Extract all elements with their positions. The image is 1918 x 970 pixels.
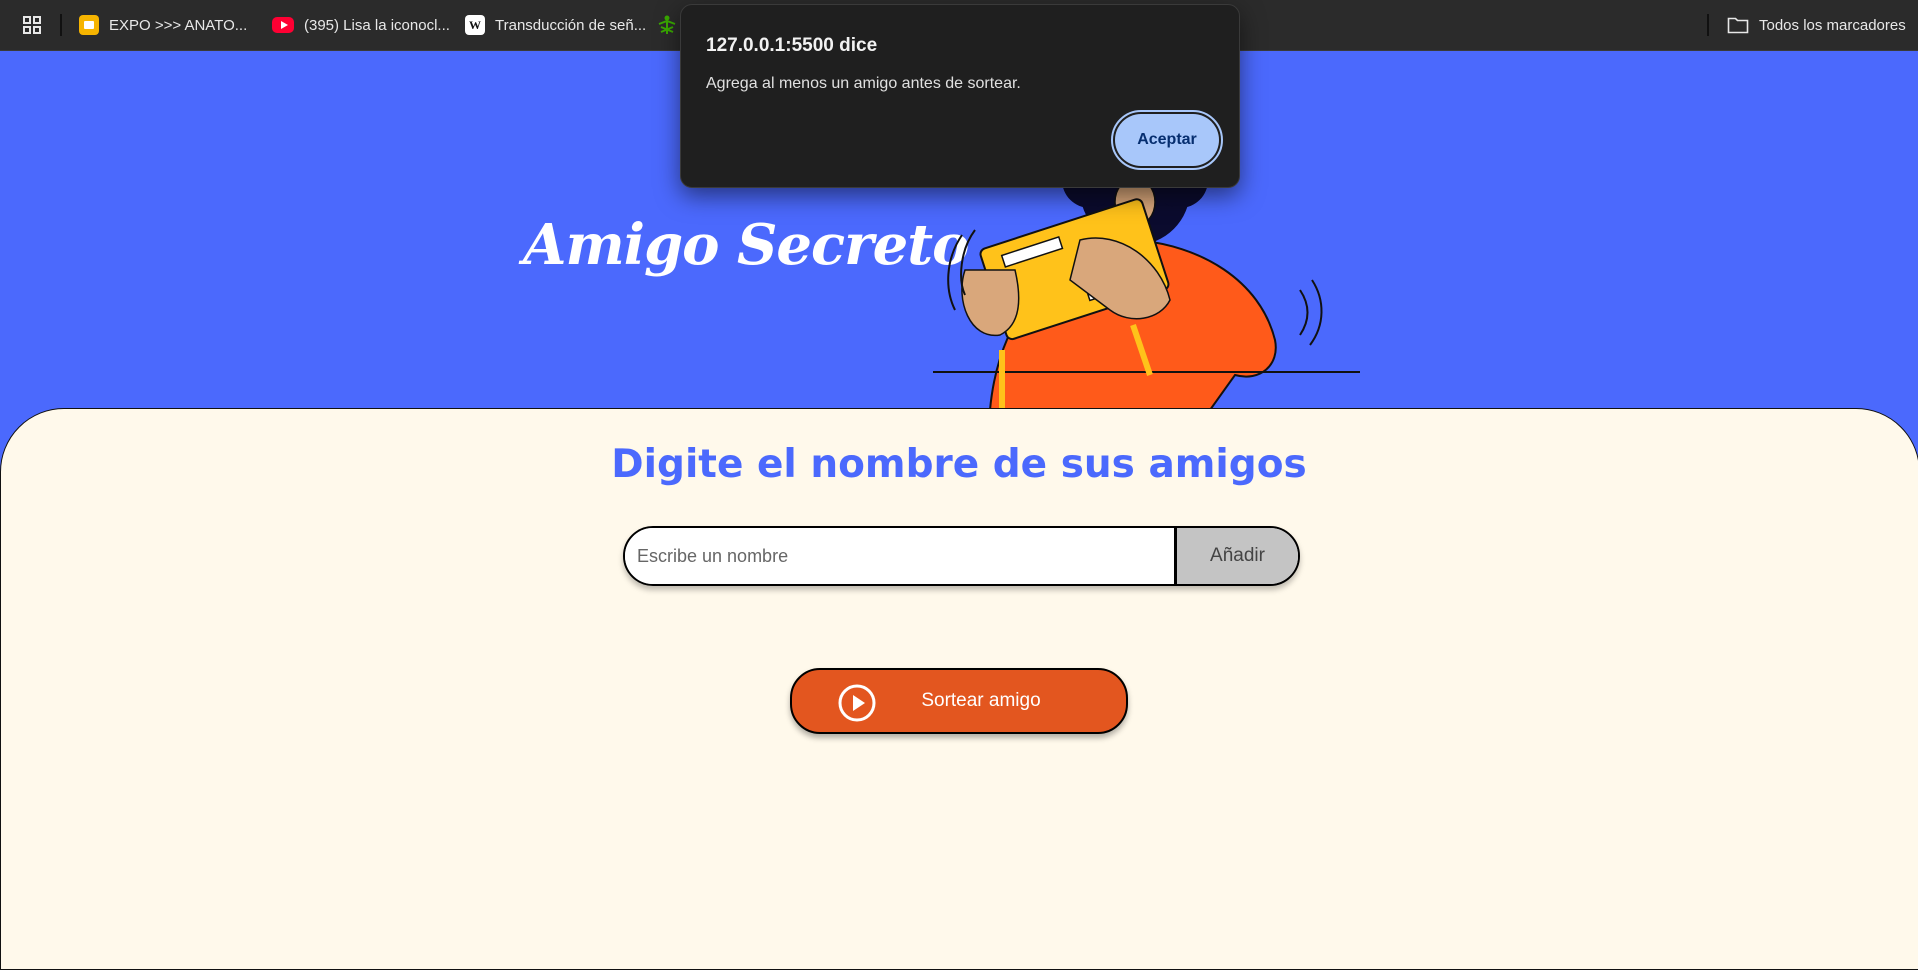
youtube-icon [272, 17, 294, 33]
dialog-message: Agrega al menos un amigo antes de sortea… [706, 75, 1021, 92]
all-bookmarks-button[interactable]: Todos los marcadores [1727, 0, 1906, 50]
folder-icon [1727, 17, 1749, 34]
slides-icon [79, 15, 99, 35]
draw-button-label: Sortear amigo [921, 690, 1041, 711]
apps-grid-icon[interactable] [22, 15, 42, 35]
accept-button[interactable]: Aceptar [1111, 110, 1223, 170]
bookmarks-separator [60, 14, 62, 36]
bookmark-item-wikipedia[interactable]: W Transducción de señ... [465, 0, 646, 50]
bookmark-label: EXPO >>> ANATO... [109, 16, 248, 34]
bookmark-item-youtube[interactable]: (395) Lisa la iconocl... [272, 0, 450, 50]
name-input[interactable] [625, 528, 1174, 584]
sena-logo-icon [658, 15, 676, 34]
alert-dialog: 127.0.0.1:5500 dice Agrega al menos un a… [680, 4, 1240, 188]
dialog-title: 127.0.0.1:5500 dice [706, 35, 878, 56]
bookmarks-separator [1707, 14, 1709, 36]
bookmark-item-sena[interactable] [656, 0, 678, 50]
wikipedia-icon: W [465, 15, 485, 35]
bookmark-label: (395) Lisa la iconocl... [304, 16, 450, 34]
draw-friend-button[interactable]: Sortear amigo [790, 668, 1128, 734]
add-button[interactable]: Añadir [1174, 528, 1298, 584]
section-title: Digite el nombre de sus amigos [611, 442, 1307, 487]
bookmark-item-expo[interactable]: EXPO >>> ANATO... [79, 0, 247, 50]
friend-input-group: Añadir [623, 526, 1300, 586]
all-bookmarks-label: Todos los marcadores [1759, 16, 1906, 34]
page-title: Amigo Secreto [523, 212, 969, 278]
bookmark-label: Transducción de señ... [495, 16, 647, 34]
gift-illustration [933, 150, 1360, 410]
